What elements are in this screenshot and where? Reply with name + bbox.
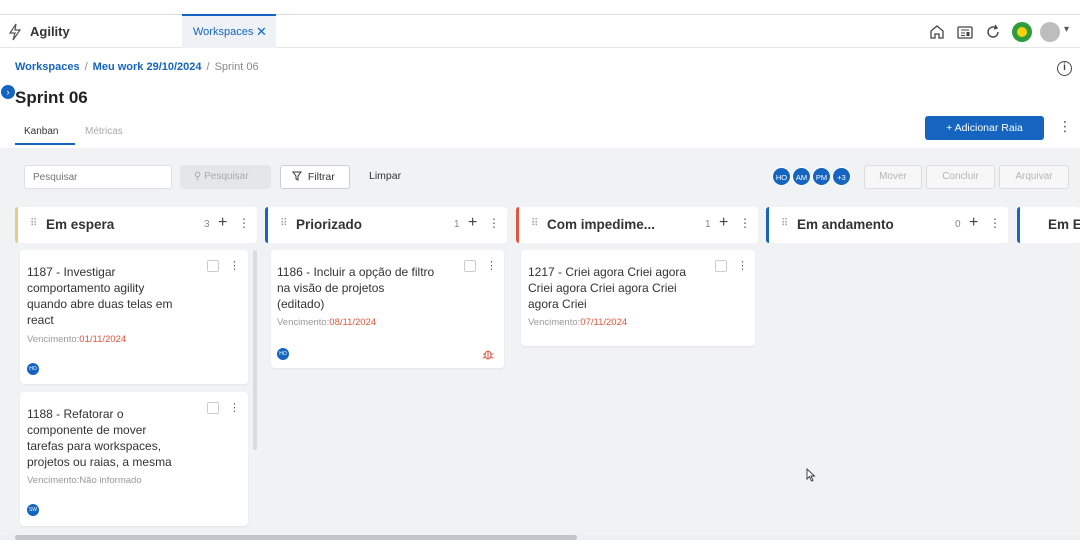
card-title: 1186 - Incluir a opção de filtro na visão… (277, 265, 435, 311)
column-count: 3 (204, 219, 210, 230)
column-menu-icon[interactable]: ⋮ (739, 216, 751, 230)
column-menu-icon[interactable]: ⋮ (989, 216, 1001, 230)
lightning-icon (8, 23, 22, 41)
card-checkbox[interactable] (464, 260, 476, 272)
drag-handle-icon[interactable]: ⠿ (781, 218, 788, 229)
add-card-icon[interactable]: + (719, 214, 728, 232)
member-avatar[interactable]: PM (812, 167, 831, 186)
breadcrumb-separator: / (206, 61, 210, 73)
search-input[interactable] (24, 165, 172, 189)
column-menu-icon[interactable]: ⋮ (488, 216, 500, 230)
breadcrumb-current: Sprint 06 (214, 61, 259, 73)
app-name: Agility (30, 24, 70, 39)
drag-handle-icon[interactable]: ⠿ (30, 218, 37, 229)
tab-metricas[interactable]: Métricas (85, 126, 123, 137)
card-checkbox[interactable] (207, 260, 219, 272)
kanban-card[interactable]: 1187 - Investigar comportamento agility qu… (20, 250, 248, 384)
add-lane-button[interactable]: + Adicionar Raia (925, 116, 1044, 140)
move-button[interactable]: Mover (864, 165, 922, 189)
column-header[interactable]: ⠿ Em andamento 0 + ⋮ (766, 207, 1008, 243)
filter-icon (292, 171, 302, 181)
card-title: 1187 - Investigar comportamento agility qu… (27, 265, 173, 327)
card-menu-icon[interactable]: ⋮ (229, 259, 240, 272)
kanban-card[interactable]: 1217 - Criei agora Criei agora Criei agor… (521, 250, 755, 346)
conclude-button[interactable]: Concluir (926, 165, 995, 189)
breadcrumb-workspaces[interactable]: Workspaces (15, 61, 80, 73)
home-icon[interactable] (928, 23, 946, 41)
add-card-icon[interactable]: + (218, 214, 227, 232)
drag-handle-icon[interactable]: ⠿ (531, 218, 538, 229)
breadcrumb: Workspaces / Meu work 29/10/2024 / Sprint 06 (15, 61, 259, 73)
refresh-icon[interactable] (984, 23, 1002, 41)
column-scrollbar[interactable] (253, 250, 257, 450)
kanban-card[interactable]: 1188 - Refatorar o componente de mover tar… (20, 392, 248, 526)
column-header[interactable]: ⠿ Priorizado 1 + ⋮ (265, 207, 507, 243)
card-title: 1188 - Refatorar o componente de mover tar… (27, 407, 172, 469)
tab-kanban[interactable]: Kanban (15, 119, 75, 145)
avatar[interactable]: HO (277, 348, 289, 360)
avatar[interactable]: HO (27, 363, 39, 375)
top-bar: Agility Workspaces ✕ ▾ (0, 14, 1080, 48)
column-header[interactable]: ⠿ Em espera 3 + ⋮ (15, 207, 257, 243)
card-due: Vencimento:08/11/2024 (277, 317, 377, 328)
column-count: 0 (955, 219, 961, 230)
info-icon[interactable]: i (1057, 61, 1072, 76)
more-options-icon[interactable]: ⋮ (1058, 119, 1072, 133)
breadcrumb-separator: / (84, 61, 88, 73)
column-menu-icon[interactable]: ⋮ (238, 216, 250, 230)
card-checkbox[interactable] (715, 260, 727, 272)
bug-icon (482, 350, 494, 360)
filter-button[interactable]: Filtrar (280, 165, 350, 189)
member-avatar[interactable]: AM (792, 167, 811, 186)
card-title: 1217 - Criei agora Criei agora Criei agor… (528, 265, 687, 311)
kanban-card[interactable]: 1186 - Incluir a opção de filtro na visão… (271, 250, 504, 368)
search-button-label: Pesquisar (204, 171, 249, 182)
card-due: Vencimento:01/11/2024 (27, 334, 127, 345)
breadcrumb-workspace[interactable]: Meu work 29/10/2024 (93, 61, 202, 73)
search-icon: ⚲ (194, 171, 202, 182)
bottom-spacer (0, 540, 1080, 554)
member-more[interactable]: +3 (832, 167, 851, 186)
chevron-down-icon[interactable]: ▾ (1064, 24, 1069, 35)
clear-button[interactable]: Limpar (369, 170, 401, 182)
page-title: Sprint 06 (15, 88, 88, 107)
card-due: Vencimento:Não informado (27, 475, 142, 486)
close-icon[interactable]: ✕ (256, 24, 267, 40)
column-count: 1 (705, 219, 711, 230)
column-title: Em E (1048, 217, 1080, 232)
card-checkbox[interactable] (207, 402, 219, 414)
tab-label: Workspaces (193, 26, 254, 38)
column-title: Em andamento (797, 217, 894, 232)
column-header[interactable]: Em E (1017, 207, 1080, 243)
flag-icon[interactable] (1012, 22, 1032, 42)
member-avatar[interactable]: HO (772, 167, 791, 186)
column-header[interactable]: ⠿ Com impedime... 1 + ⋮ (516, 207, 758, 243)
card-menu-icon[interactable]: ⋮ (229, 401, 240, 414)
card-menu-icon[interactable]: ⋮ (486, 259, 497, 272)
archive-button[interactable]: Arquivar (999, 165, 1069, 189)
add-card-icon[interactable]: + (969, 214, 978, 232)
card-menu-icon[interactable]: ⋮ (737, 259, 748, 272)
mouse-cursor-icon (806, 468, 816, 482)
column-count: 1 (454, 219, 460, 230)
drag-handle-icon[interactable]: ⠿ (280, 218, 287, 229)
tab-kanban-label: Kanban (24, 126, 59, 137)
expand-sidebar-button[interactable]: › (1, 85, 15, 99)
add-card-icon[interactable]: + (468, 214, 477, 232)
tab-workspaces[interactable]: Workspaces ✕ (182, 14, 276, 48)
column-title: Com impedime... (547, 217, 656, 232)
news-icon[interactable] (956, 23, 974, 41)
user-icon[interactable] (1040, 22, 1060, 42)
column-title: Priorizado (296, 217, 363, 232)
column-title: Em espera (46, 217, 115, 232)
search-button[interactable]: ⚲ Pesquisar (180, 165, 271, 189)
filter-button-label: Filtrar (307, 171, 335, 183)
avatar[interactable]: SW (27, 504, 39, 516)
card-due: Vencimento:07/11/2024 (528, 317, 628, 328)
